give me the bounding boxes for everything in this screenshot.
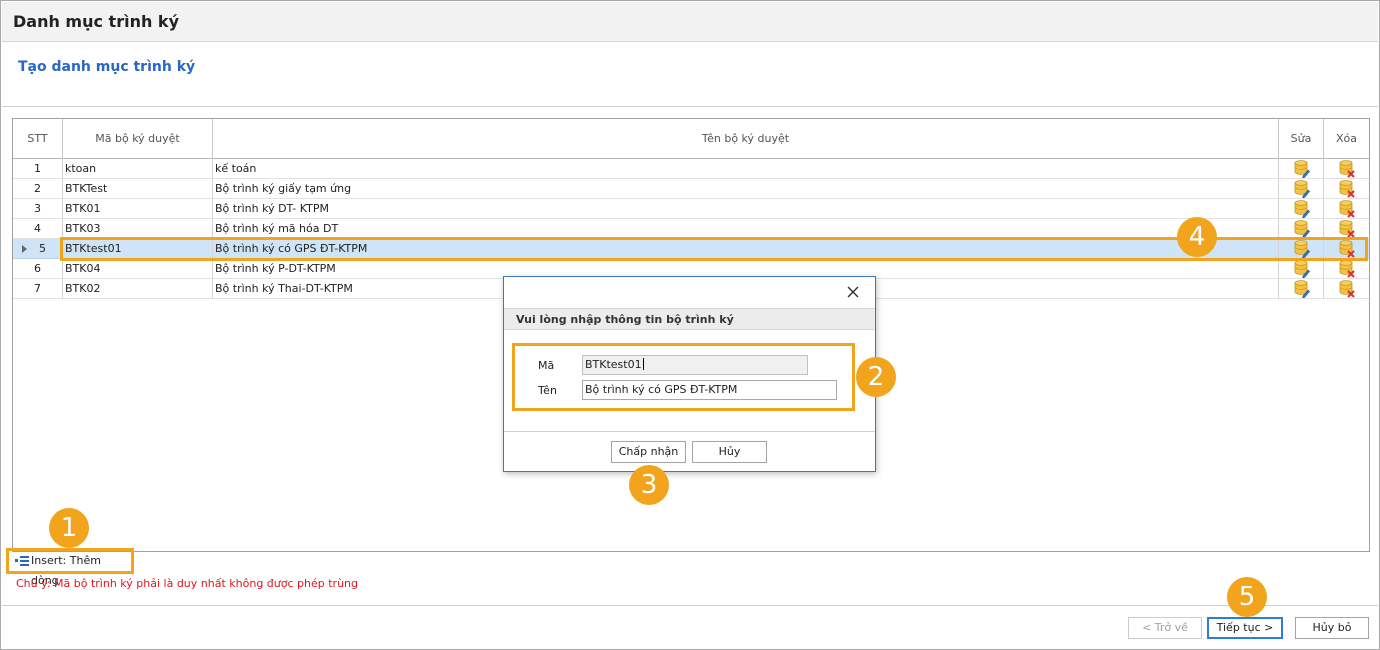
header-code[interactable]: Mã bộ ký duyệt [63,119,213,159]
cell-name[interactable]: Bộ trình ký mã hóa DT [213,219,1279,239]
database-edit-icon[interactable] [1294,260,1310,278]
window-titlebar: Danh mục trình ký [2,2,1378,42]
close-icon[interactable] [846,285,860,299]
header-edit[interactable]: Sửa [1279,119,1324,159]
database-delete-icon[interactable] [1339,200,1355,218]
delete-cell[interactable] [1324,199,1369,219]
database-delete-icon[interactable] [1339,280,1355,298]
cell-stt: 3 [13,199,63,219]
cell-stt: 5 [13,239,63,259]
database-delete-icon[interactable] [1339,160,1355,178]
dialog-header: Vui lòng nhập thông tin bộ trình ký [504,308,875,330]
cell-code[interactable]: BTK01 [63,199,213,219]
divider [2,106,1378,107]
window-title: Danh mục trình ký [13,12,179,31]
cell-stt: 4 [13,219,63,239]
cell-code[interactable]: BTK03 [63,219,213,239]
cell-code[interactable]: BTK04 [63,259,213,279]
step-badge-3: 3 [629,465,669,505]
accept-button[interactable]: Chấp nhận [611,441,686,463]
table-row[interactable]: 1 ktoan kế toán [13,159,1369,179]
back-button[interactable]: < Trở về [1128,617,1202,639]
step-badge-2: 2 [856,357,896,397]
cell-name[interactable]: kế toán [213,159,1279,179]
database-edit-icon[interactable] [1294,160,1310,178]
database-delete-icon[interactable] [1339,180,1355,198]
cancel-all-button[interactable]: Hủy bỏ [1295,617,1369,639]
header-stt[interactable]: STT [13,119,63,159]
database-edit-icon[interactable] [1294,200,1310,218]
footer-divider [2,605,1378,606]
database-edit-icon[interactable] [1294,220,1310,238]
cell-code[interactable]: BTK02 [63,279,213,299]
edit-cell[interactable] [1279,199,1324,219]
edit-cell[interactable] [1279,279,1324,299]
cell-name[interactable]: Bộ trình ký DT- KTPM [213,199,1279,219]
cell-name[interactable]: Bộ trình ký giấy tạm ứng [213,179,1279,199]
highlight-dialog-fields [512,343,855,411]
delete-cell[interactable] [1324,259,1369,279]
next-button[interactable]: Tiếp tục > [1207,617,1283,639]
database-edit-icon[interactable] [1294,280,1310,298]
database-delete-icon[interactable] [1339,260,1355,278]
cell-stt: 7 [13,279,63,299]
header-delete[interactable]: Xóa [1324,119,1369,159]
header-name[interactable]: Tên bộ ký duyệt [213,119,1279,159]
delete-cell[interactable] [1324,179,1369,199]
step-badge-5: 5 [1227,577,1267,617]
main-window: Danh mục trình ký Tạo danh mục trình ký … [0,0,1380,650]
table-row[interactable]: 4 BTK03 Bộ trình ký mã hóa DT [13,219,1369,239]
cell-code[interactable]: ktoan [63,159,213,179]
uniqueness-note: Chú ý: Mã bộ trình ký phải là duy nhất k… [16,577,358,590]
table-row[interactable]: 2 BTKTest Bộ trình ký giấy tạm ứng [13,179,1369,199]
cell-stt: 2 [13,179,63,199]
table-row[interactable]: 3 BTK01 Bộ trình ký DT- KTPM [13,199,1369,219]
dialog-cancel-button[interactable]: Hủy [692,441,767,463]
cell-stt-text: 5 [39,242,46,255]
cell-code[interactable]: BTKTest [63,179,213,199]
dialog-header-text: Vui lòng nhập thông tin bộ trình ký [516,313,734,326]
highlight-insert [6,548,134,574]
page-subtitle: Tạo danh mục trình ký [18,59,196,75]
edit-cell[interactable] [1279,159,1324,179]
cell-stt: 6 [13,259,63,279]
delete-cell[interactable] [1324,219,1369,239]
row-indicator-icon [22,245,27,253]
edit-cell[interactable] [1279,259,1324,279]
step-badge-1: 1 [49,508,89,548]
step-badge-4: 4 [1177,217,1217,257]
cell-stt: 1 [13,159,63,179]
database-delete-icon[interactable] [1339,220,1355,238]
database-edit-icon[interactable] [1294,180,1310,198]
highlight-selected-row [60,237,1368,261]
grid-header: STT Mã bộ ký duyệt Tên bộ ký duyệt Sửa X… [13,119,1369,159]
dialog-divider [504,431,875,432]
edit-cell[interactable] [1279,219,1324,239]
delete-cell[interactable] [1324,159,1369,179]
edit-cell[interactable] [1279,179,1324,199]
delete-cell[interactable] [1324,279,1369,299]
